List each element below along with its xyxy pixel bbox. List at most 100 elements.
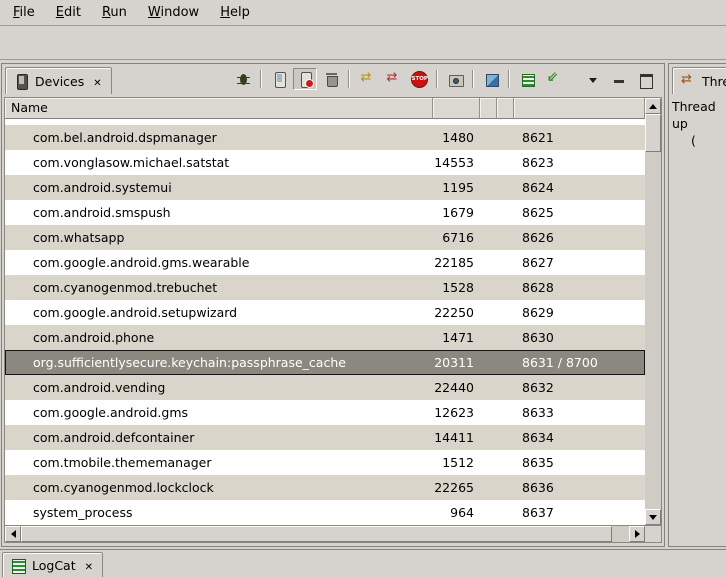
network-stats-button[interactable] xyxy=(541,68,565,90)
table-row[interactable]: system_process964 8637 xyxy=(5,500,645,525)
threads-panel: Threa Thread up ( xyxy=(668,63,726,547)
logcat-icon xyxy=(10,557,27,574)
table-row[interactable]: com.android.defcontainer144118634 xyxy=(5,425,645,450)
arrow-right-icon xyxy=(635,530,640,538)
scroll-left-button[interactable] xyxy=(5,526,21,542)
arrow-down-icon xyxy=(649,515,657,520)
cause-gc-button[interactable] xyxy=(319,68,343,90)
process-name: com.vonglasow.michael.satstat xyxy=(5,155,433,170)
process-pid: 6716 xyxy=(433,230,480,245)
table-row[interactable]: com.google.android.setupwizard222508629 xyxy=(5,300,645,325)
menu-window[interactable]: Window xyxy=(139,2,208,23)
table-row[interactable]: com.android.phone14718630 xyxy=(5,325,645,350)
process-port: 8626 xyxy=(514,230,645,245)
toolbar-separator xyxy=(472,70,474,88)
tab-logcat[interactable]: LogCat xyxy=(2,552,103,577)
horizontal-scrollbar-thumb[interactable] xyxy=(21,526,612,542)
process-port: 8631 / 8700 xyxy=(514,355,645,370)
process-port: 8633 xyxy=(514,405,645,420)
process-pid: 22185 xyxy=(433,255,480,270)
toolbar-separator xyxy=(436,70,438,88)
table-row[interactable]: com.vonglasow.michael.satstat145538623 xyxy=(5,150,645,175)
menu-edit[interactable]: Edit xyxy=(47,2,90,23)
threads-message-line2: ( xyxy=(672,132,726,149)
table-row[interactable]: com.cyanogenmod.lockclock222658636 xyxy=(5,475,645,500)
process-name: com.cyanogenmod.trebuchet xyxy=(5,280,433,295)
stop-process-button[interactable]: STOP xyxy=(407,68,431,90)
process-pid: 964 xyxy=(433,505,480,520)
threads-content: Thread up ( xyxy=(672,98,726,149)
table-row[interactable]: org.sufficientlysecure.keychain:passphra… xyxy=(5,350,645,375)
process-table: Name com.bel.android.dspmanager14808621c… xyxy=(4,97,662,543)
tab-devices-label: Devices xyxy=(35,74,84,89)
menu-run[interactable]: Run xyxy=(93,2,136,23)
table-row[interactable]: com.google.android.gms126238633 xyxy=(5,400,645,425)
close-icon[interactable] xyxy=(83,557,95,574)
column-header-col4[interactable] xyxy=(497,98,514,119)
menu-help[interactable]: Help xyxy=(211,2,259,23)
column-header-col5[interactable] xyxy=(514,98,645,119)
bug-icon xyxy=(235,71,252,88)
process-pid: 14411 xyxy=(433,430,480,445)
table-row[interactable]: com.cyanogenmod.trebuchet15288628 xyxy=(5,275,645,300)
arrow-up-icon xyxy=(649,104,657,109)
table-row[interactable]: com.android.systemui11958624 xyxy=(5,175,645,200)
process-pid: 1512 xyxy=(433,455,480,470)
chevron-down-icon xyxy=(585,71,602,88)
vertical-scrollbar[interactable] xyxy=(645,98,661,525)
process-pid: 14553 xyxy=(433,155,480,170)
capture-report-button[interactable] xyxy=(479,68,503,90)
devices-panel: Devices STOP Name com.bel.android.dspman… xyxy=(1,63,665,547)
table-row[interactable]: com.tmobile.thememanager15128635 xyxy=(5,450,645,475)
horizontal-scrollbar[interactable] xyxy=(5,525,645,542)
dump-hprof-button[interactable] xyxy=(293,68,317,90)
column-header-col2[interactable] xyxy=(433,98,480,119)
table-row[interactable]: com.android.vending224408632 xyxy=(5,375,645,400)
process-port: 8637 xyxy=(514,505,645,520)
tracing-button[interactable] xyxy=(515,68,539,90)
table-row[interactable]: com.android.smspush16798625 xyxy=(5,200,645,225)
phone-heap-icon xyxy=(271,71,288,88)
device-icon xyxy=(13,73,30,90)
process-pid: 22440 xyxy=(433,380,480,395)
table-row[interactable]: com.google.android.gms.wearable221858627 xyxy=(5,250,645,275)
update-heap-button[interactable] xyxy=(267,68,291,90)
toolbar-separator xyxy=(260,70,262,88)
screen-capture-button[interactable] xyxy=(443,68,467,90)
tab-devices[interactable]: Devices xyxy=(5,67,112,94)
tab-threads[interactable]: Threa xyxy=(672,67,726,94)
maximize-button[interactable] xyxy=(633,68,657,90)
menu-file[interactable]: File xyxy=(4,2,44,23)
view-menu-button[interactable] xyxy=(581,68,605,90)
vertical-scrollbar-thumb[interactable] xyxy=(645,114,661,152)
process-name: com.android.phone xyxy=(5,330,433,345)
threads-icon xyxy=(680,73,697,90)
column-header-name[interactable]: Name xyxy=(5,98,433,119)
close-icon[interactable] xyxy=(91,73,103,90)
camera-icon xyxy=(447,71,464,88)
column-header-col3[interactable] xyxy=(480,98,497,119)
process-port: 8632 xyxy=(514,380,645,395)
process-name: system_process xyxy=(5,505,433,520)
debug-process-button[interactable] xyxy=(231,68,255,90)
process-port: 8634 xyxy=(514,430,645,445)
table-row[interactable]: com.bel.android.dspmanager14808621 xyxy=(5,125,645,150)
minimize-button[interactable] xyxy=(607,68,631,90)
toolbar-separator xyxy=(508,70,510,88)
scroll-right-button[interactable] xyxy=(629,526,645,542)
method-profiling-button[interactable] xyxy=(381,68,405,90)
process-pid: 22265 xyxy=(433,480,480,495)
process-name: com.android.smspush xyxy=(5,205,433,220)
process-port: 8621 xyxy=(514,130,645,145)
stop-icon: STOP xyxy=(411,71,428,88)
table-row[interactable]: com.whatsapp67168626 xyxy=(5,225,645,250)
process-pid: 20311 xyxy=(433,355,480,370)
minimize-icon xyxy=(611,71,628,88)
process-port: 8636 xyxy=(514,480,645,495)
update-threads-button[interactable] xyxy=(355,68,379,90)
scroll-down-button[interactable] xyxy=(645,509,661,525)
report-card-icon xyxy=(483,71,500,88)
maximize-icon xyxy=(637,71,654,88)
scroll-up-button[interactable] xyxy=(645,98,661,114)
main-toolbar xyxy=(0,27,726,60)
